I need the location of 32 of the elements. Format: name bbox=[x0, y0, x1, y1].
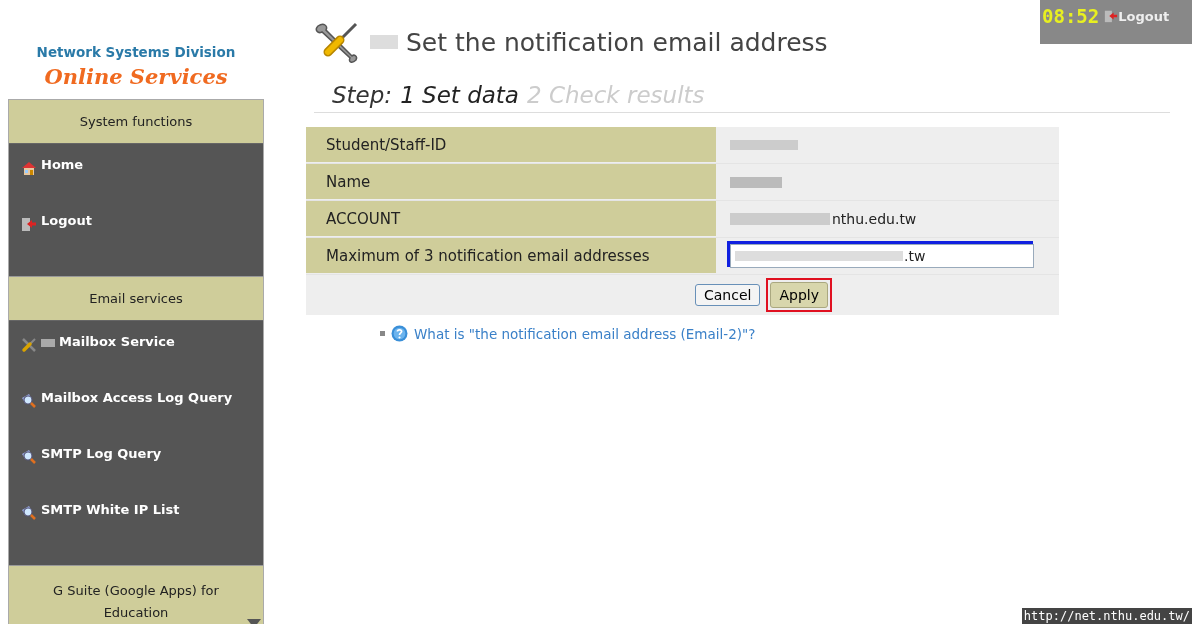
cancel-button[interactable]: Cancel bbox=[695, 284, 761, 306]
page-title: Set the notification email address bbox=[406, 27, 828, 57]
help-icon bbox=[391, 325, 408, 342]
field-label: Student/Staff-ID bbox=[306, 127, 716, 163]
house-icon bbox=[21, 160, 37, 176]
field-label: Name bbox=[306, 164, 716, 200]
tools-icon bbox=[21, 337, 37, 353]
logo-subtitle: Network Systems Division bbox=[36, 44, 236, 60]
step-label: Step: bbox=[332, 82, 393, 108]
step-indicator: 1 Set data bbox=[400, 82, 519, 108]
exit-icon bbox=[1104, 9, 1119, 23]
account-domain: nthu.edu.tw bbox=[832, 211, 917, 227]
logo-title: Online Services bbox=[44, 64, 228, 89]
exit-icon bbox=[21, 216, 37, 232]
field-label: Maximum of 3 notification email addresses bbox=[306, 238, 716, 274]
menu-item[interactable]: Logout bbox=[9, 208, 263, 264]
section-heading: G Suite (Google Apps) for Education bbox=[52, 582, 220, 622]
menu-item[interactable]: Home bbox=[9, 152, 263, 208]
status-url: http://net.nthu.edu.tw/ bbox=[1021, 608, 1192, 624]
magnifier-icon bbox=[21, 393, 37, 409]
menu-item[interactable]: Mailbox Access Log Query bbox=[9, 385, 263, 441]
field-label: ACCOUNT bbox=[306, 201, 716, 237]
menu-item[interactable]: SMTP Log Query bbox=[9, 441, 263, 497]
magnifier-icon bbox=[21, 505, 37, 521]
email-input-field[interactable]: .tw bbox=[730, 244, 1034, 268]
magnifier-icon bbox=[21, 449, 37, 465]
apply-button[interactable]: Apply bbox=[770, 282, 828, 308]
menu-item[interactable]: Mailbox Service bbox=[9, 329, 263, 385]
session-timer: 08:52 bbox=[1042, 5, 1100, 27]
bullet-icon bbox=[380, 331, 385, 336]
help-link[interactable]: What is "the notification email address (Email-2)"? bbox=[414, 325, 756, 342]
menu-item[interactable]: SMTP White IP List bbox=[9, 497, 263, 553]
